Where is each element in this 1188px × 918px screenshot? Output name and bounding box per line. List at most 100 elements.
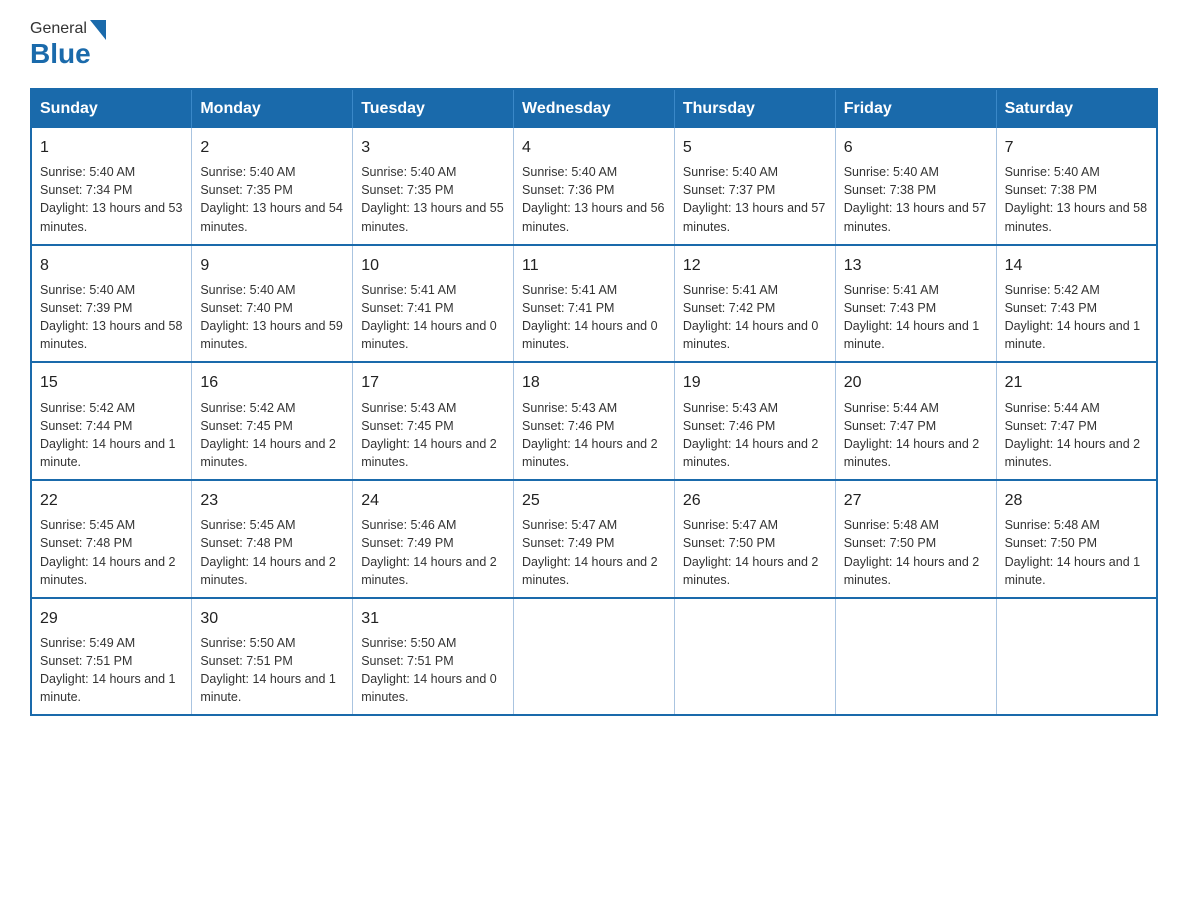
day-info: Sunrise: 5:40 AMSunset: 7:37 PMDaylight:… (683, 163, 827, 236)
day-number: 27 (844, 489, 988, 512)
calendar-cell: 21Sunrise: 5:44 AMSunset: 7:47 PMDayligh… (996, 362, 1157, 480)
day-number: 1 (40, 136, 183, 159)
page-header: General Blue (30, 20, 1158, 70)
day-info: Sunrise: 5:42 AMSunset: 7:43 PMDaylight:… (1005, 281, 1148, 354)
day-info: Sunrise: 5:47 AMSunset: 7:49 PMDaylight:… (522, 516, 666, 589)
calendar-cell: 17 Sunrise: 5:43 AMSunset: 7:45 PMDayligh… (353, 362, 514, 480)
calendar-cell: 2 Sunrise: 5:40 AMSunset: 7:35 PMDaylight… (192, 128, 353, 245)
calendar-week-row: 8 Sunrise: 5:40 AMSunset: 7:39 PMDaylight… (31, 245, 1157, 363)
day-number: 5 (683, 136, 827, 159)
day-info: Sunrise: 5:45 AMSunset: 7:48 PMDaylight:… (40, 516, 183, 589)
calendar-cell: 18Sunrise: 5:43 AMSunset: 7:46 PMDayligh… (514, 362, 675, 480)
day-number: 8 (40, 254, 183, 277)
calendar-cell: 31 Sunrise: 5:50 AMSunset: 7:51 PMDayligh… (353, 598, 514, 716)
calendar-cell: 1 Sunrise: 5:40 AMSunset: 7:34 PMDaylight… (31, 128, 192, 245)
day-number: 16 (200, 371, 344, 394)
day-number: 3 (361, 136, 505, 159)
logo: General Blue (30, 20, 106, 70)
calendar-cell (674, 598, 835, 716)
logo-general-text: General (30, 21, 87, 37)
calendar-cell: 23 Sunrise: 5:45 AMSunset: 7:48 PMDayligh… (192, 480, 353, 598)
day-number: 19 (683, 371, 827, 394)
day-header-sunday: Sunday (31, 89, 192, 128)
day-number: 25 (522, 489, 666, 512)
logo-arrow-icon (90, 20, 106, 40)
day-number: 6 (844, 136, 988, 159)
day-number: 26 (683, 489, 827, 512)
day-header-row: SundayMondayTuesdayWednesdayThursdayFrid… (31, 89, 1157, 128)
day-number: 24 (361, 489, 505, 512)
day-number: 14 (1005, 254, 1148, 277)
calendar-header: SundayMondayTuesdayWednesdayThursdayFrid… (31, 89, 1157, 128)
day-number: 11 (522, 254, 666, 277)
calendar-week-row: 22Sunrise: 5:45 AMSunset: 7:48 PMDayligh… (31, 480, 1157, 598)
calendar-cell: 13 Sunrise: 5:41 AMSunset: 7:43 PMDayligh… (835, 245, 996, 363)
day-header-thursday: Thursday (674, 89, 835, 128)
day-number: 10 (361, 254, 505, 277)
day-number: 7 (1005, 136, 1148, 159)
day-info: Sunrise: 5:45 AMSunset: 7:48 PMDaylight:… (200, 516, 344, 589)
calendar-cell: 11Sunrise: 5:41 AMSunset: 7:41 PMDayligh… (514, 245, 675, 363)
day-header-tuesday: Tuesday (353, 89, 514, 128)
calendar-table: SundayMondayTuesdayWednesdayThursdayFrid… (30, 88, 1158, 716)
day-info: Sunrise: 5:40 AMSunset: 7:40 PMDaylight:… (200, 281, 344, 354)
calendar-cell: 24 Sunrise: 5:46 AMSunset: 7:49 PMDayligh… (353, 480, 514, 598)
calendar-cell: 6 Sunrise: 5:40 AMSunset: 7:38 PMDaylight… (835, 128, 996, 245)
day-info: Sunrise: 5:40 AMSunset: 7:34 PMDaylight:… (40, 163, 183, 236)
calendar-cell: 9 Sunrise: 5:40 AMSunset: 7:40 PMDaylight… (192, 245, 353, 363)
calendar-cell: 22Sunrise: 5:45 AMSunset: 7:48 PMDayligh… (31, 480, 192, 598)
calendar-cell: 5 Sunrise: 5:40 AMSunset: 7:37 PMDaylight… (674, 128, 835, 245)
day-number: 29 (40, 607, 183, 630)
day-number: 28 (1005, 489, 1148, 512)
calendar-body: 1 Sunrise: 5:40 AMSunset: 7:34 PMDaylight… (31, 128, 1157, 715)
calendar-week-row: 1 Sunrise: 5:40 AMSunset: 7:34 PMDaylight… (31, 128, 1157, 245)
calendar-cell: 30Sunrise: 5:50 AMSunset: 7:51 PMDayligh… (192, 598, 353, 716)
calendar-cell: 27 Sunrise: 5:48 AMSunset: 7:50 PMDayligh… (835, 480, 996, 598)
day-info: Sunrise: 5:42 AMSunset: 7:44 PMDaylight:… (40, 399, 183, 472)
day-number: 31 (361, 607, 505, 630)
day-info: Sunrise: 5:40 AMSunset: 7:39 PMDaylight:… (40, 281, 183, 354)
calendar-cell: 3Sunrise: 5:40 AMSunset: 7:35 PMDaylight… (353, 128, 514, 245)
day-info: Sunrise: 5:40 AMSunset: 7:36 PMDaylight:… (522, 163, 666, 236)
calendar-cell (514, 598, 675, 716)
calendar-cell: 14 Sunrise: 5:42 AMSunset: 7:43 PMDayligh… (996, 245, 1157, 363)
day-header-friday: Friday (835, 89, 996, 128)
day-number: 15 (40, 371, 183, 394)
day-info: Sunrise: 5:49 AMSunset: 7:51 PMDaylight:… (40, 634, 183, 707)
calendar-cell: 29 Sunrise: 5:49 AMSunset: 7:51 PMDayligh… (31, 598, 192, 716)
day-info: Sunrise: 5:47 AMSunset: 7:50 PMDaylight:… (683, 516, 827, 589)
calendar-cell: 20 Sunrise: 5:44 AMSunset: 7:47 PMDayligh… (835, 362, 996, 480)
calendar-cell: 25 Sunrise: 5:47 AMSunset: 7:49 PMDayligh… (514, 480, 675, 598)
day-header-saturday: Saturday (996, 89, 1157, 128)
day-number: 2 (200, 136, 344, 159)
day-info: Sunrise: 5:41 AMSunset: 7:43 PMDaylight:… (844, 281, 988, 354)
day-number: 4 (522, 136, 666, 159)
day-number: 9 (200, 254, 344, 277)
day-header-monday: Monday (192, 89, 353, 128)
day-info: Sunrise: 5:40 AMSunset: 7:38 PMDaylight:… (844, 163, 988, 236)
day-number: 20 (844, 371, 988, 394)
calendar-cell (996, 598, 1157, 716)
calendar-cell: 16 Sunrise: 5:42 AMSunset: 7:45 PMDayligh… (192, 362, 353, 480)
day-number: 23 (200, 489, 344, 512)
day-info: Sunrise: 5:50 AMSunset: 7:51 PMDaylight:… (200, 634, 344, 707)
day-info: Sunrise: 5:40 AMSunset: 7:38 PMDaylight:… (1005, 163, 1148, 236)
day-info: Sunrise: 5:48 AMSunset: 7:50 PMDaylight:… (844, 516, 988, 589)
calendar-cell: 4 Sunrise: 5:40 AMSunset: 7:36 PMDaylight… (514, 128, 675, 245)
day-info: Sunrise: 5:50 AMSunset: 7:51 PMDaylight:… (361, 634, 505, 707)
calendar-cell: 8 Sunrise: 5:40 AMSunset: 7:39 PMDaylight… (31, 245, 192, 363)
logo-blue-text: Blue (30, 38, 91, 69)
day-info: Sunrise: 5:43 AMSunset: 7:45 PMDaylight:… (361, 399, 505, 472)
calendar-cell: 19Sunrise: 5:43 AMSunset: 7:46 PMDayligh… (674, 362, 835, 480)
day-info: Sunrise: 5:42 AMSunset: 7:45 PMDaylight:… (200, 399, 344, 472)
day-info: Sunrise: 5:46 AMSunset: 7:49 PMDaylight:… (361, 516, 505, 589)
day-header-wednesday: Wednesday (514, 89, 675, 128)
day-info: Sunrise: 5:41 AMSunset: 7:42 PMDaylight:… (683, 281, 827, 354)
day-number: 17 (361, 371, 505, 394)
calendar-cell: 26 Sunrise: 5:47 AMSunset: 7:50 PMDayligh… (674, 480, 835, 598)
day-info: Sunrise: 5:40 AMSunset: 7:35 PMDaylight:… (200, 163, 344, 236)
day-info: Sunrise: 5:44 AMSunset: 7:47 PMDaylight:… (844, 399, 988, 472)
day-number: 13 (844, 254, 988, 277)
calendar-cell (835, 598, 996, 716)
calendar-cell: 10Sunrise: 5:41 AMSunset: 7:41 PMDayligh… (353, 245, 514, 363)
